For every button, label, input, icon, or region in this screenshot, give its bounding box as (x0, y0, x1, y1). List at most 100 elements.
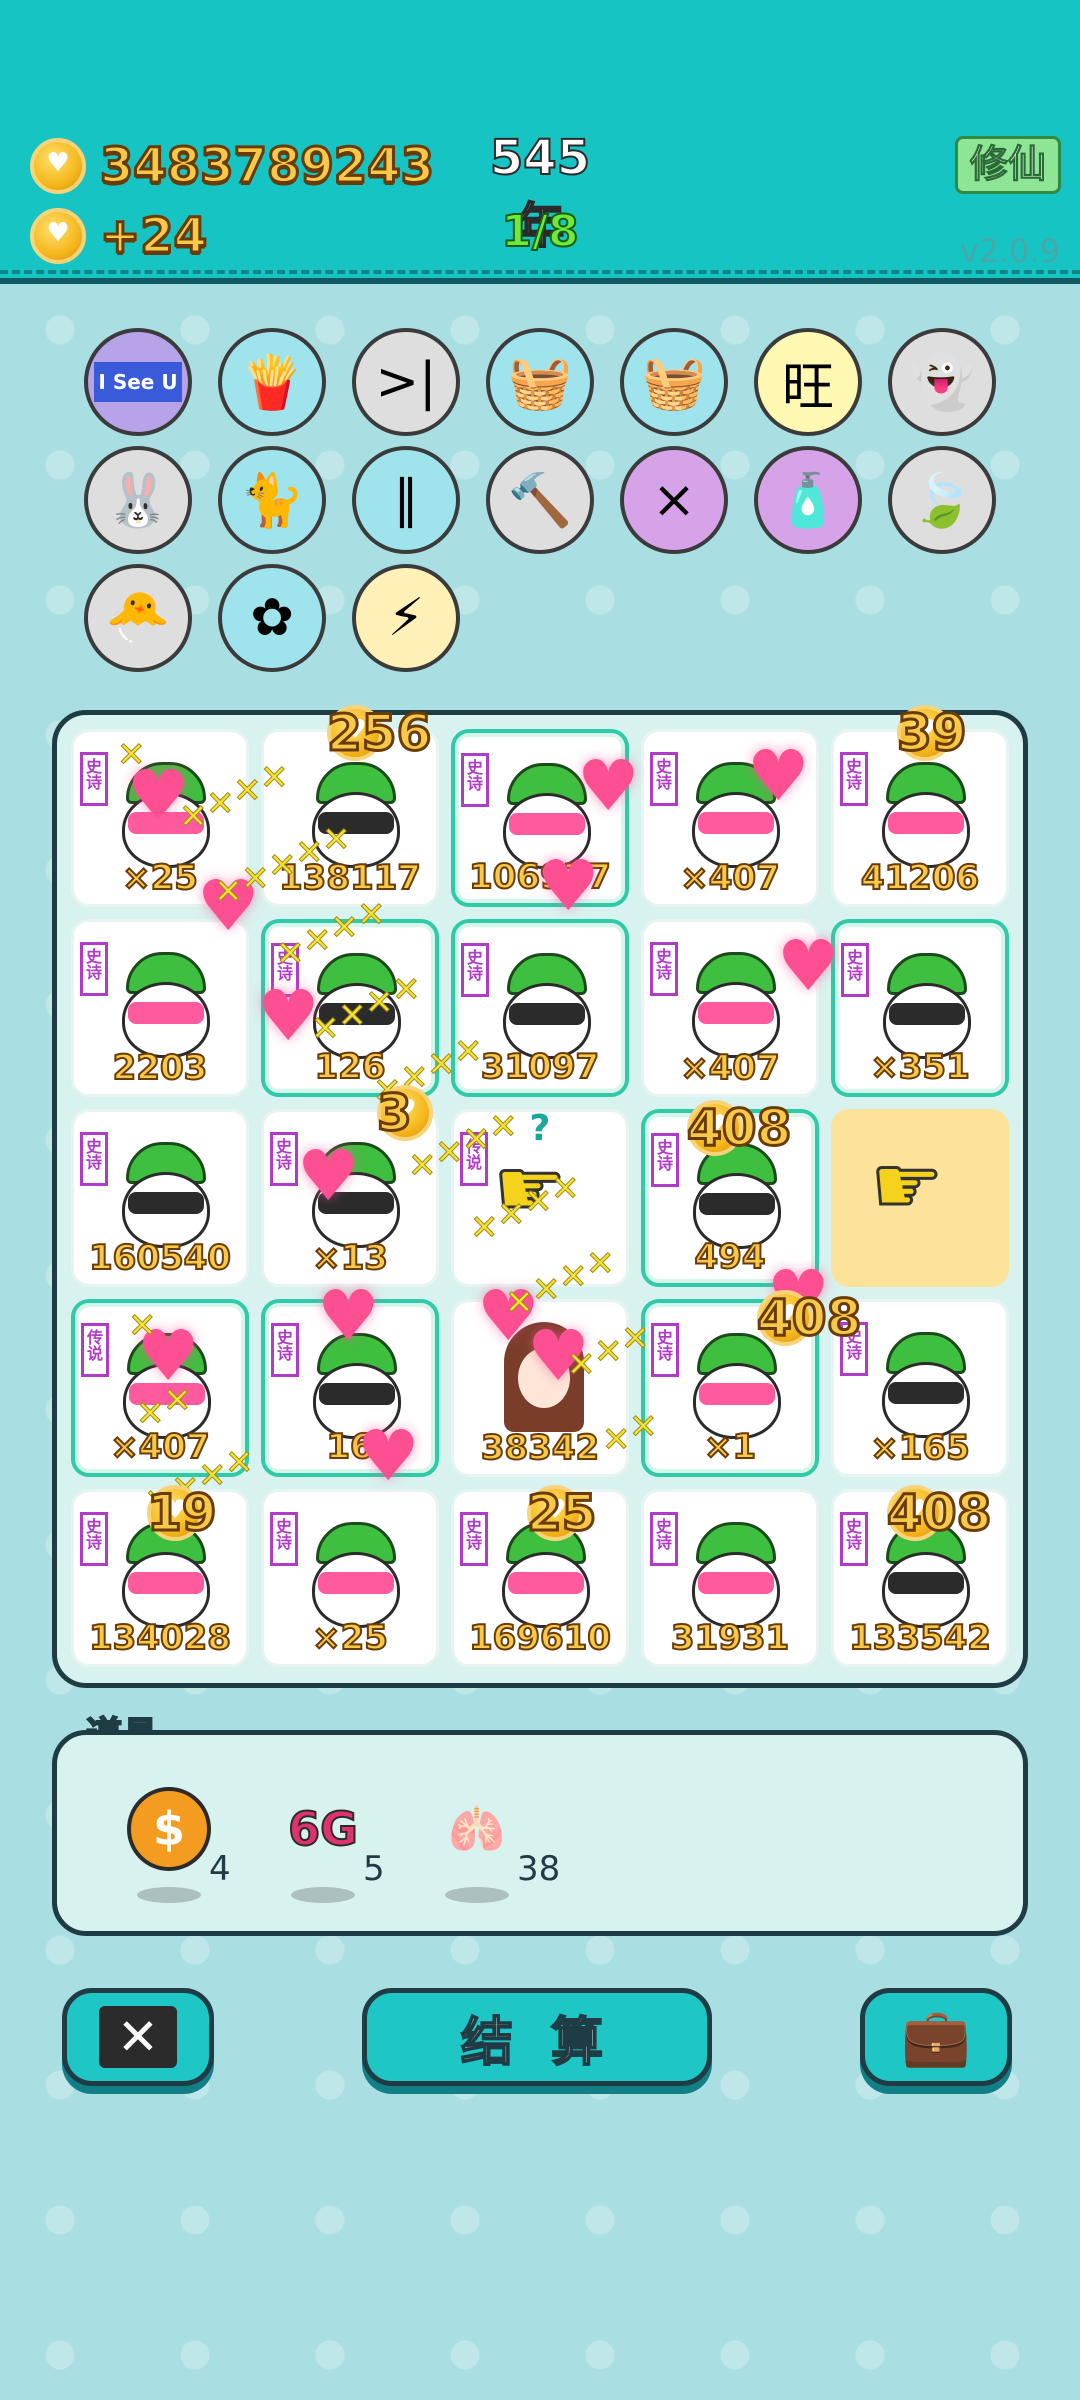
prop-shadow (445, 1887, 509, 1903)
tile-value: 41206 (860, 857, 980, 899)
coin-popup: 19 (146, 1483, 219, 1544)
leaf-icon[interactable]: 🍃 (888, 446, 996, 554)
skip-icon[interactable]: >| (352, 328, 460, 436)
close-icon: ✕ (99, 2006, 177, 2068)
coin-popup-value: 256 (325, 703, 432, 764)
rarity-tag: 史诗 (271, 1323, 299, 1377)
flower-pot-icon[interactable]: ✿ (218, 564, 326, 672)
item-glyph: 👻 (909, 352, 975, 413)
coin-popup-value: 25 (526, 1483, 599, 1544)
item-glyph: ✿ (250, 588, 294, 648)
board-tile[interactable]: 史诗 160540 (71, 1109, 249, 1287)
tile-value: ×1 (703, 1426, 757, 1468)
sparkle-effect-icon: ✕ (427, 1045, 456, 1086)
heart-effect-icon: ♥ (777, 925, 840, 1007)
coin-popup: 39 (896, 703, 969, 764)
version-label: v2.0.9 (959, 232, 1060, 270)
tile-value: ×407 (679, 1047, 780, 1089)
chick-egg-icon[interactable]: 🐣 (84, 564, 192, 672)
ghost-icon[interactable]: 👻 (888, 328, 996, 436)
sparkle-effect-icon: ✕ (408, 1146, 437, 1187)
item-glyph: ⚡ (387, 588, 425, 648)
coin-popup-value: 408 (885, 1483, 992, 1544)
tile-value: ×25 (311, 1617, 389, 1659)
coin-total: 3483789243 (30, 137, 436, 196)
sparkle-effect-icon: ✕ (260, 758, 289, 799)
sparkle-effect-icon: ✕ (489, 1107, 518, 1148)
prop-slot[interactable]: 6G 5 (281, 1787, 385, 1903)
heart-eyes-character-icon (688, 1522, 784, 1632)
board-tile[interactable]: 史诗 ×351 (831, 919, 1009, 1097)
item-glyph: 🐰 (105, 470, 171, 531)
item-glyph: 🐈 (239, 470, 305, 531)
sparkle-effect-icon: ✕ (497, 1195, 526, 1236)
cultivate-button[interactable]: 修仙 (955, 136, 1061, 194)
chopsticks-icon[interactable]: ∥ (352, 446, 460, 554)
close-button[interactable]: ✕ (62, 1988, 214, 2086)
prop-count: 38 (517, 1849, 561, 1889)
item-glyph: 🧺 (507, 352, 573, 413)
rarity-tag: 史诗 (840, 1512, 868, 1566)
fruit-basket-icon[interactable]: 🧺 (620, 328, 728, 436)
coin-count: 3483789243 (99, 137, 436, 196)
briefcase-icon: 💼 (901, 2005, 971, 2070)
sprayer-icon[interactable]: 🧴 (754, 446, 862, 554)
heart-eyes-character-icon (878, 762, 974, 872)
rabbit-icon[interactable]: 🐰 (84, 446, 192, 554)
sparkle-effect-icon: ✕ (128, 1306, 157, 1347)
fruit-basket-icon[interactable]: 🧺 (486, 328, 594, 436)
liver-prop-icon: 🫁 (447, 1801, 506, 1857)
multiplier-head-icon[interactable]: × (620, 446, 728, 554)
sparkle-effect-icon: ✕ (532, 1270, 561, 1311)
sparkle-effect-icon: ✕ (338, 996, 367, 1037)
sparkle-effect-icon: ✕ (276, 934, 305, 975)
item-glyph: 🐣 (105, 588, 171, 649)
props-panel: $4 6G 5 🫁 38 (52, 1730, 1028, 1936)
tile-value: 31931 (670, 1617, 790, 1659)
heart-effect-icon: ♥ (317, 1275, 380, 1357)
heart-eyes-character-icon (118, 952, 214, 1062)
rarity-tag: 史诗 (270, 1512, 298, 1566)
item-glyph: 🍃 (909, 470, 975, 531)
board-tile[interactable]: 史诗 31931 (641, 1489, 819, 1667)
coin-prop-icon: $ (127, 1787, 211, 1871)
sparkle-effect-icon: ✕ (567, 1345, 596, 1386)
rarity-tag: 史诗 (650, 1512, 678, 1566)
sunglasses-character-icon (878, 1332, 974, 1442)
sparkle-effect-icon: ✕ (163, 1381, 192, 1422)
sparkle-effect-icon: ✕ (559, 1257, 588, 1298)
sparkle-effect-icon: ✕ (303, 921, 332, 962)
cat-icon[interactable]: 🐈 (218, 446, 326, 554)
board-tile[interactable]: 史诗 ×25 (261, 1489, 439, 1667)
sparkle-effect-icon: ✕ (524, 1182, 553, 1223)
sparkle-effect-icon: ✕ (117, 735, 146, 776)
rarity-tag: 史诗 (841, 943, 869, 997)
coin-popup: 408 (685, 1098, 792, 1159)
wang-icon[interactable]: 旺 (754, 328, 862, 436)
sparkle-effect-icon: ✕ (311, 1009, 340, 1050)
prop-slot[interactable]: 🫁 38 (435, 1787, 560, 1903)
rarity-tag: 史诗 (650, 752, 678, 806)
item-glyph: I See U (94, 362, 182, 402)
coin-popup: 408 (755, 1288, 862, 1349)
lightning-icon[interactable]: ⚡ (352, 564, 460, 672)
rarity-tag: 史诗 (461, 753, 489, 807)
coin-popup: 25 (526, 1483, 599, 1544)
6g-prop-icon: 6G (287, 1801, 359, 1857)
board-tile[interactable]: ☛ (831, 1109, 1009, 1287)
item-glyph: 旺 (781, 357, 834, 418)
coin-popup-value: 3 (376, 1083, 414, 1144)
i-see-u-icon[interactable]: I See U (84, 328, 192, 436)
fries-icon[interactable]: 🍟 (218, 328, 326, 436)
sparkle-effect-icon: ✕ (392, 970, 421, 1011)
rarity-tag: 史诗 (840, 752, 868, 806)
heart-eyes-character-icon (308, 1522, 404, 1632)
hammer-icon[interactable]: 🔨 (486, 446, 594, 554)
coin-icon (30, 208, 86, 264)
prop-slot[interactable]: $4 (127, 1787, 231, 1903)
settle-button[interactable]: 结 算 (362, 1988, 712, 2086)
sunglasses-character-icon (118, 1142, 214, 1252)
rarity-tag: 史诗 (651, 1323, 679, 1377)
game-board: 史诗 ×25 138117 史诗 106977 史诗 ×407 史诗 41206 史诗 2203 史诗… (52, 703, 1028, 1688)
bag-button[interactable]: 💼 (860, 1988, 1012, 2086)
